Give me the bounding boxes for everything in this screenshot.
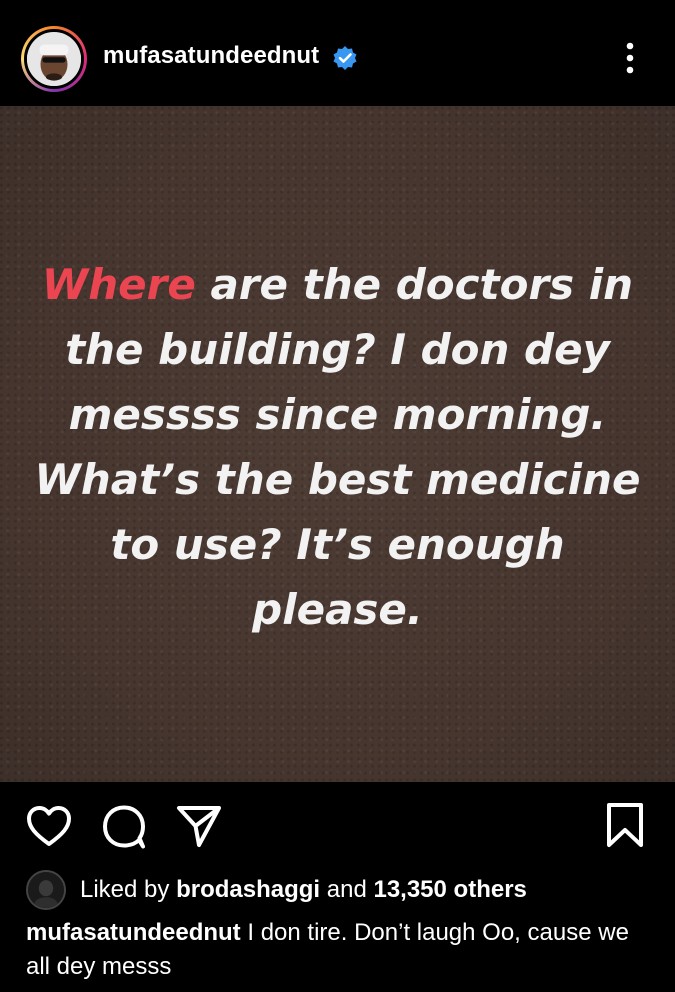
avatar[interactable] xyxy=(24,29,84,89)
likes-count[interactable]: 13,350 others xyxy=(373,876,526,903)
save-button[interactable] xyxy=(604,802,646,848)
likes-connector: and xyxy=(326,876,367,903)
liker-username[interactable]: brodashaggi xyxy=(176,876,320,903)
post-header: mufasatundeednut xyxy=(0,0,675,106)
action-bar xyxy=(0,782,675,862)
bookmark-icon xyxy=(607,803,643,847)
caption-username[interactable]: mufasatundeednut xyxy=(26,919,241,946)
verified-badge-icon xyxy=(333,46,357,70)
likes-prefix: Liked by xyxy=(80,876,170,903)
share-icon xyxy=(177,806,221,847)
likes-text[interactable]: Liked by brodashaggi and 13,350 others xyxy=(80,876,527,904)
more-vertical-icon[interactable] xyxy=(618,40,642,76)
liker-avatar[interactable] xyxy=(26,870,66,910)
quote-body: are the doctors in the building? I don d… xyxy=(34,260,641,634)
avatar-image xyxy=(27,32,81,86)
quote-highlight: Where xyxy=(41,260,196,309)
post-caption: mufasatundeednut I don tire. Don’t laugh… xyxy=(26,916,646,984)
likes-summary: Liked by brodashaggi and 13,350 others xyxy=(26,870,666,910)
like-button[interactable] xyxy=(25,804,73,848)
share-button[interactable] xyxy=(176,804,222,848)
heart-icon xyxy=(27,806,71,846)
comment-button[interactable] xyxy=(100,804,148,850)
liker-avatar-image xyxy=(28,872,64,908)
post-username[interactable]: mufasatundeednut xyxy=(103,42,319,70)
post-quote-text: Where are the doctors in the building? I… xyxy=(30,252,645,642)
post-image[interactable]: Where are the doctors in the building? I… xyxy=(0,106,675,782)
comment-icon xyxy=(103,805,145,849)
avatar-story-ring[interactable] xyxy=(21,26,87,92)
